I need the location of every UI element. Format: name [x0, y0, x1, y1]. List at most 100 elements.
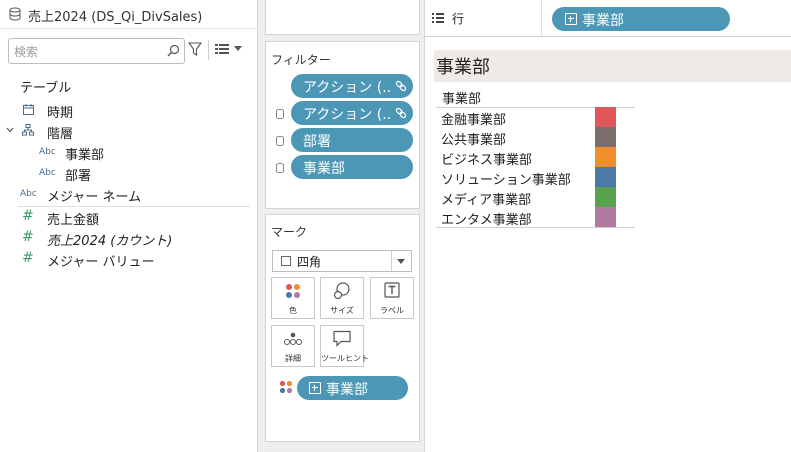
filter-pill-division[interactable]: 事業部 — [291, 155, 413, 179]
calendar-icon — [23, 104, 34, 115]
datasource-row[interactable]: 売上2024 (DS_Qi_DivSales) — [0, 0, 257, 29]
color-icon — [286, 284, 300, 298]
table-row[interactable]: メディア事業部 — [436, 187, 635, 208]
field-label: 売上2024 (カウント) — [47, 234, 173, 249]
filter-pill-label: アクション (.. — [303, 107, 392, 123]
color-mark[interactable] — [595, 127, 616, 147]
measure-icon: # — [22, 250, 34, 266]
search-input[interactable]: 検索 — [8, 38, 185, 64]
field-sales-count[interactable]: # 売上2024 (カウント) — [0, 228, 257, 249]
color-mark[interactable] — [595, 187, 616, 207]
rows-pill-label: 事業部 — [582, 13, 624, 29]
size-button[interactable]: サイズ — [320, 277, 364, 319]
row-header: 金融事業部 — [441, 113, 507, 128]
marks-color-pill-division[interactable]: 事業部 — [297, 376, 408, 400]
viz-title: 事業部 — [436, 57, 490, 78]
expand-icon[interactable] — [309, 382, 321, 394]
pages-card[interactable] — [265, 0, 420, 35]
row-header: ソリューション事業部 — [441, 173, 571, 188]
detail-button[interactable]: 詳細 — [271, 325, 315, 367]
abc-icon: Abc — [39, 168, 56, 178]
field-label: 階層 — [47, 127, 74, 142]
field-measure-values[interactable]: # メジャー バリュー — [0, 249, 257, 270]
rows-shelf-separator — [541, 0, 542, 36]
detail-button-label: 詳細 — [285, 354, 301, 363]
field-label: メジャー バリュー — [47, 255, 155, 270]
filter-pill-action-2[interactable]: アクション (.. — [291, 101, 413, 125]
datasource-icon — [9, 7, 21, 21]
filter-pill-label: 事業部 — [303, 161, 345, 177]
filters-title: フィルター — [271, 53, 331, 67]
chevron-down-icon[interactable] — [6, 127, 14, 133]
color-mark[interactable] — [595, 147, 616, 167]
field-label: 時期 — [47, 106, 74, 121]
rows-pill-division[interactable]: 事業部 — [552, 7, 730, 31]
expand-icon[interactable] — [565, 13, 577, 25]
abc-icon: Abc — [20, 189, 37, 199]
data-pane: 売上2024 (DS_Qi_DivSales) 検索 テーブル 時期 階層 Ab… — [0, 0, 258, 452]
row-header: メディア事業部 — [441, 193, 532, 208]
filter-pill-label: アクション (.. — [303, 80, 392, 96]
table-row[interactable]: エンタメ事業部 — [436, 207, 635, 228]
tooltip-button[interactable]: ツールヒント — [320, 325, 369, 367]
tooltip-icon — [333, 330, 351, 347]
color-icon — [279, 380, 293, 394]
field-division[interactable]: Abc 事業部 — [0, 142, 257, 163]
size-button-label: サイズ — [330, 306, 354, 315]
color-mark[interactable] — [595, 207, 616, 227]
field-measure-names[interactable]: Abc メジャー ネーム — [0, 184, 257, 205]
field-label: 事業部 — [65, 148, 105, 163]
row-header: 公共事業部 — [441, 133, 507, 148]
viz-title-bar: 事業部 — [434, 50, 791, 82]
table-row[interactable]: 公共事業部 — [436, 127, 635, 148]
filter-pill-action-1[interactable]: アクション (.. — [291, 74, 413, 98]
abc-icon: Abc — [39, 147, 56, 157]
mark-type-value: 四角 — [297, 255, 322, 269]
mark-type-dropdown[interactable]: 四角 — [272, 250, 412, 272]
tooltip-button-label: ツールヒント — [321, 354, 369, 363]
chevron-down-icon[interactable] — [397, 259, 405, 264]
row-header: ビジネス事業部 — [441, 153, 533, 168]
filter-icon[interactable] — [188, 42, 202, 56]
field-label: 売上金額 — [47, 213, 100, 228]
measure-icon: # — [22, 229, 34, 245]
dropdown-separator — [391, 251, 392, 271]
field-period[interactable]: 時期 — [0, 100, 257, 121]
field-label: メジャー ネーム — [47, 190, 142, 205]
color-mark[interactable] — [595, 107, 616, 127]
label-button[interactable]: ラベル — [370, 277, 414, 319]
text-label-icon — [384, 282, 400, 298]
marks-pill-label: 事業部 — [326, 382, 368, 398]
tables-heading: テーブル — [20, 81, 72, 96]
detail-icon — [284, 332, 302, 345]
datasource-name: 売上2024 (DS_Qi_DivSales) — [28, 10, 203, 25]
color-button[interactable]: 色 — [271, 277, 315, 319]
datasource-icon — [276, 163, 284, 173]
link-icon — [395, 80, 407, 92]
link-icon — [395, 107, 407, 119]
marks-title: マーク — [271, 225, 308, 239]
table-row[interactable]: ビジネス事業部 — [436, 147, 635, 168]
filter-pill-department[interactable]: 部署 — [291, 128, 413, 152]
table-bottom-border — [436, 227, 635, 228]
field-department[interactable]: Abc 部署 — [0, 163, 257, 184]
table-row[interactable]: 金融事業部 — [436, 107, 635, 128]
size-icon — [333, 282, 350, 300]
hierarchy-icon — [22, 124, 34, 136]
field-sales-amount[interactable]: # 売上金額 — [0, 207, 257, 228]
datasource-icon — [276, 136, 284, 146]
row-header: エンタメ事業部 — [441, 213, 532, 228]
filter-pill-label: 部署 — [303, 134, 331, 150]
search-icon[interactable] — [167, 44, 180, 57]
rows-icon — [432, 13, 444, 23]
list-view-icon[interactable] — [215, 43, 229, 55]
color-mark[interactable] — [595, 167, 616, 187]
toolbar-separator — [208, 40, 209, 60]
chevron-down-icon[interactable] — [234, 46, 242, 51]
search-placeholder: 検索 — [14, 45, 39, 59]
table-row[interactable]: ソリューション事業部 — [436, 167, 635, 188]
square-icon — [281, 256, 291, 266]
datasource-icon — [276, 109, 284, 119]
column-header[interactable]: 事業部 — [442, 88, 481, 107]
field-hierarchy[interactable]: 階層 — [0, 121, 257, 142]
